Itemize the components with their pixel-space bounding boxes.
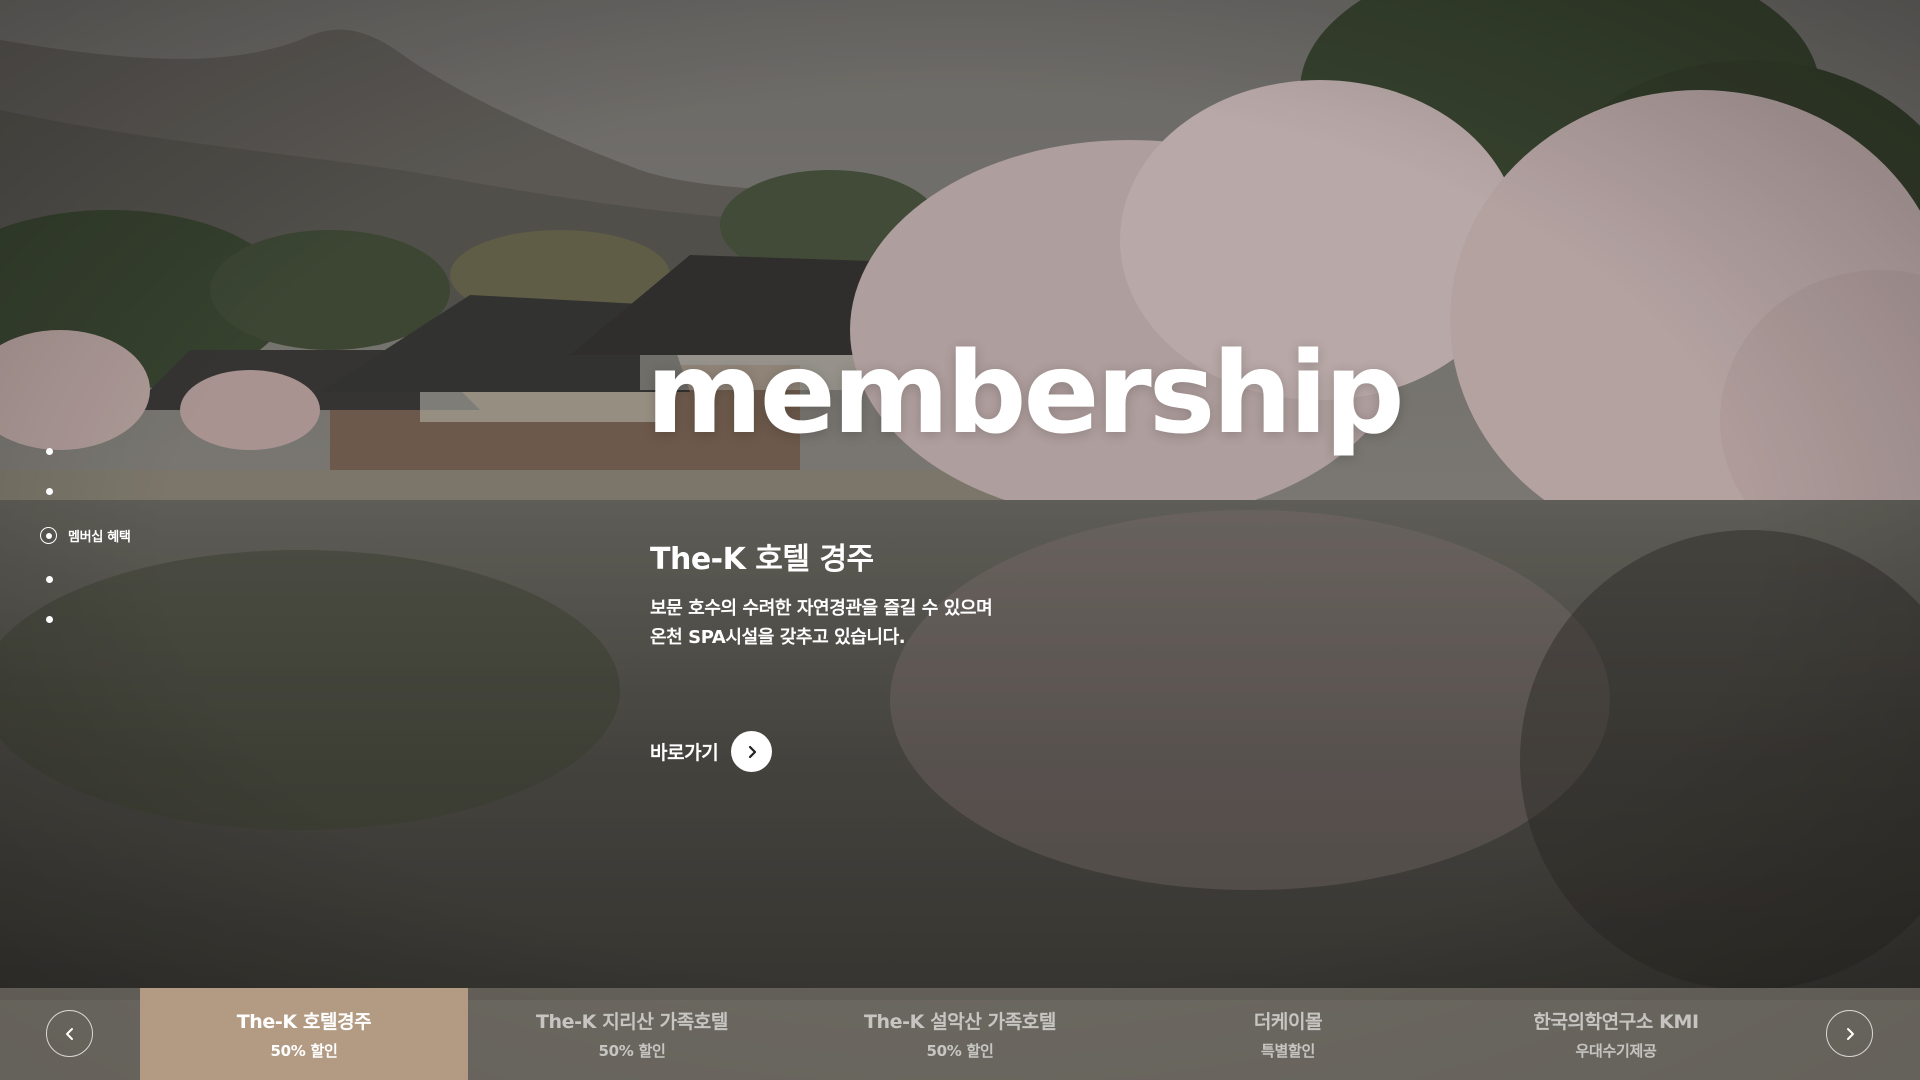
- tab-subtitle: 특별할인: [1260, 1042, 1315, 1060]
- chevron-right-icon[interactable]: [731, 731, 773, 772]
- tab-title: 더케이몰: [1253, 1011, 1323, 1033]
- page-dot-5[interactable]: [46, 616, 53, 623]
- chevron-right-icon: [1846, 1027, 1854, 1040]
- hero-title: membership: [646, 329, 1405, 459]
- tab-title: The-K 지리산 가족호텔: [536, 1011, 728, 1033]
- next-button[interactable]: [1826, 1010, 1873, 1057]
- tab-subtitle: 50% 할인: [270, 1042, 338, 1060]
- page-dot-2[interactable]: [46, 488, 53, 495]
- benefit-tab-1[interactable]: The-K 호텔경주 50% 할인: [140, 988, 468, 1080]
- tab-title: The-K 설악산 가족호텔: [864, 1011, 1056, 1033]
- tab-title: 한국의학연구소 KMI: [1533, 1011, 1699, 1033]
- tab-title: The-K 호텔경주: [236, 1011, 372, 1033]
- tab-subtitle: 50% 할인: [598, 1042, 666, 1060]
- side-pagination: 멤버십 혜택: [40, 448, 240, 628]
- tab-subtitle: 50% 할인: [926, 1042, 994, 1060]
- active-section-label: 멤버십 혜택: [68, 530, 131, 545]
- go-link-label: 바로가기: [650, 742, 719, 764]
- page-dot-active[interactable]: 멤버십 혜택: [40, 526, 131, 545]
- page-dot-1[interactable]: [46, 448, 53, 455]
- page-dot-4[interactable]: [46, 576, 53, 583]
- description-line-2: 온천 SPA시설을 갖추고 있습니다.: [650, 627, 906, 648]
- prev-button[interactable]: [46, 1010, 93, 1057]
- background-photo: [0, 0, 1920, 1080]
- benefit-tab-4[interactable]: 더케이몰 특별할인: [1124, 988, 1452, 1080]
- description-line-1: 보문 호수의 수려한 자연경관을 즐길 수 있으며: [650, 598, 993, 619]
- benefit-tab-5[interactable]: 한국의학연구소 KMI 우대수기제공: [1452, 988, 1780, 1080]
- benefit-tab-bar: The-K 호텔경주 50% 할인 The-K 지리산 가족호텔 50% 할인 …: [0, 988, 1920, 1080]
- benefit-tab-2[interactable]: The-K 지리산 가족호텔 50% 할인: [468, 988, 796, 1080]
- hotel-description: 보문 호수의 수려한 자연경관을 즐길 수 있으며 온천 SPA시설을 갖추고 …: [650, 594, 993, 652]
- go-link[interactable]: 바로가기: [650, 731, 773, 772]
- chevron-left-icon: [65, 1027, 73, 1040]
- tab-subtitle: 우대수기제공: [1575, 1042, 1657, 1060]
- hotel-name: The-K 호텔 경주: [650, 542, 874, 577]
- benefit-tab-3[interactable]: The-K 설악산 가족호텔 50% 할인: [796, 988, 1124, 1080]
- active-ring-icon: [40, 527, 57, 544]
